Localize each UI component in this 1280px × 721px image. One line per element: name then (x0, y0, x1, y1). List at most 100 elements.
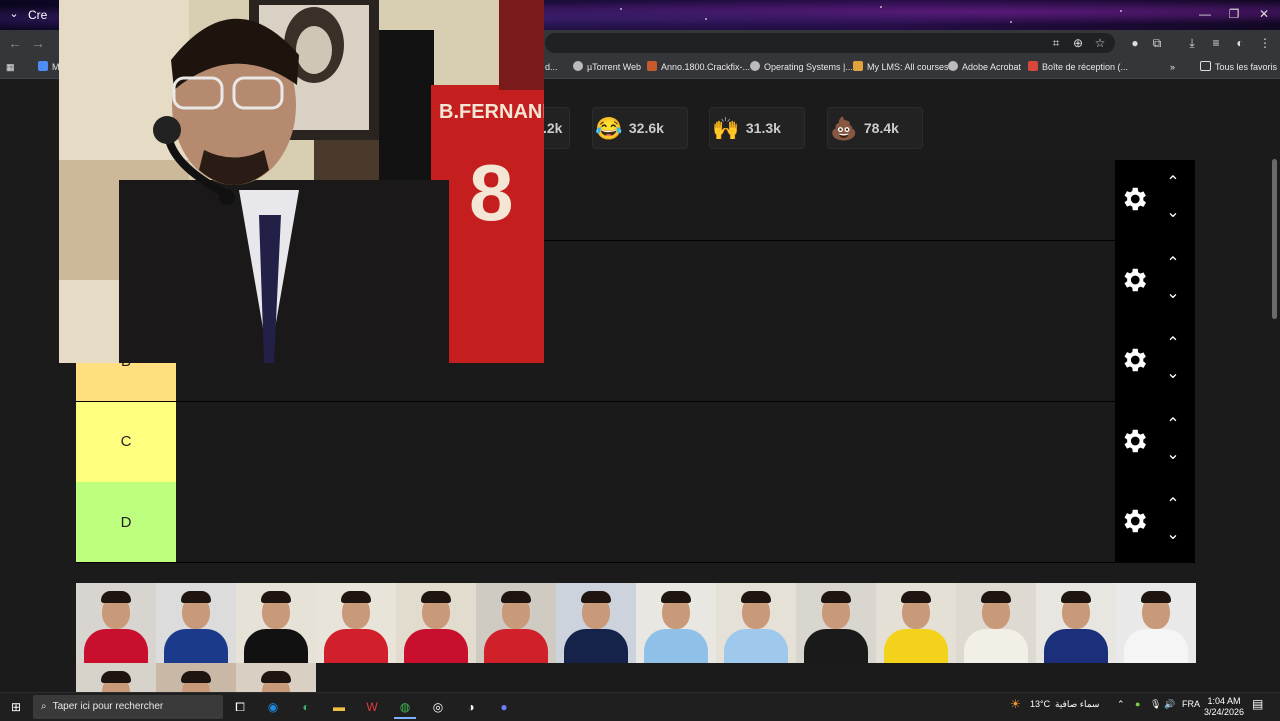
move-down-chevron-icon[interactable]: ⌄ (1163, 527, 1183, 543)
bookmark-item[interactable]: My LMS: All courses (853, 59, 949, 75)
language-indicator[interactable]: FRA (1182, 699, 1200, 709)
active-tab[interactable]: Cre (28, 4, 58, 26)
file-explorer-icon[interactable]: ▬ (328, 697, 350, 717)
bookmark-item[interactable]: M (38, 59, 60, 75)
close-icon[interactable]: ✕ (1252, 6, 1276, 22)
bookmark-item[interactable]: Boîte de réception (... (1028, 59, 1128, 75)
move-up-chevron-icon[interactable]: ⌃ (1163, 416, 1183, 432)
tier-item-player-photo[interactable] (156, 583, 236, 663)
extensions-icon[interactable]: ⧉ (1148, 34, 1166, 52)
tier-item-player-photo[interactable] (636, 583, 716, 663)
weather-temp[interactable]: 13°C (1030, 699, 1050, 709)
tier-item-player-photo[interactable] (716, 583, 796, 663)
tier-item-player-photo[interactable] (1116, 583, 1196, 663)
tier-settings-gear-icon[interactable] (1119, 345, 1149, 375)
tier-item-player-photo[interactable] (796, 583, 876, 663)
move-up-chevron-icon[interactable]: ⌃ (1163, 336, 1183, 352)
tier-item-player-photo[interactable] (396, 583, 476, 663)
reaction-button[interactable]: 💩 78.4k (827, 107, 923, 149)
tier-item-player-photo[interactable] (156, 663, 236, 692)
star-decoration (1120, 10, 1122, 12)
move-down-chevron-icon[interactable]: ⌄ (1163, 285, 1183, 301)
tier-settings-gear-icon[interactable] (1119, 426, 1149, 456)
scrollbar[interactable] (1269, 79, 1280, 692)
app-icon[interactable]: ◑ (460, 697, 482, 717)
profile-avatar-icon[interactable]: ◐ (1231, 34, 1249, 52)
forward-icon[interactable]: → (28, 34, 48, 52)
tier-label[interactable]: D (76, 482, 176, 563)
move-up-chevron-icon[interactable]: ⌃ (1163, 255, 1183, 271)
tier-item-player-photo[interactable] (236, 583, 316, 663)
search-placeholder: Taper ici pour rechercher (52, 701, 164, 712)
bookmark-star-icon[interactable]: ☆ (1091, 34, 1109, 52)
menu-icon[interactable]: ⋮ (1256, 34, 1274, 52)
move-down-chevron-icon[interactable]: ⌄ (1163, 446, 1183, 462)
move-up-chevron-icon[interactable]: ⌃ (1163, 497, 1183, 513)
bookmark-item[interactable]: Anno.1800.Crackfix-... (647, 59, 750, 75)
chrome-icon[interactable]: ◍ (394, 697, 416, 719)
tray-app-icon[interactable]: ● (1135, 699, 1140, 709)
volume-icon[interactable]: 🔊 (1164, 699, 1175, 710)
edge-icon[interactable]: ◐ (295, 697, 317, 717)
tier-item-player-photo[interactable] (476, 583, 556, 663)
tier-item-player-photo[interactable] (76, 663, 156, 692)
bookmark-item[interactable]: µTorrent Web (573, 59, 641, 75)
windows-start-icon[interactable]: ⊞ (5, 697, 27, 717)
tier-settings-gear-icon[interactable] (1119, 184, 1149, 214)
media-icon[interactable]: ≡ (1207, 34, 1225, 52)
tier-item-player-photo[interactable] (876, 583, 956, 663)
reaction-button[interactable]: 🙌 31.3k (709, 107, 805, 149)
move-up-chevron-icon[interactable]: ⌃ (1163, 175, 1183, 191)
microphone-icon[interactable]: 🎙 (1150, 699, 1161, 710)
tier-drop-zone[interactable] (176, 401, 1115, 482)
outlook-icon[interactable]: ◉ (262, 697, 284, 717)
apps-grid-icon[interactable]: ▦ (6, 59, 15, 75)
tier-controls: ⌃ ⌄ (1115, 401, 1195, 482)
weather-icon[interactable]: ☀ (1010, 697, 1021, 711)
minimize-icon[interactable]: — (1193, 6, 1217, 22)
tray-chevron-icon[interactable]: ⌃ (1117, 699, 1125, 710)
tier-item-player-photo[interactable] (236, 663, 316, 692)
task-view-icon[interactable]: ⧠ (229, 697, 251, 717)
bookmark-item[interactable]: Tous les favoris (1200, 59, 1277, 75)
unranked-pool (76, 583, 1196, 692)
tier-label[interactable]: C (76, 401, 176, 482)
star-decoration (1010, 21, 1012, 23)
zoom-icon[interactable]: ⊕ (1069, 34, 1087, 52)
tier-item-player-photo[interactable] (956, 583, 1036, 663)
svg-text:B.FERNANDE: B.FERNANDE (439, 101, 544, 123)
bookmark-item[interactable]: d... (545, 59, 558, 75)
address-bar[interactable]: ⌗ ⊕ ☆ (545, 33, 1115, 53)
translate-icon[interactable]: ⌗ (1047, 34, 1065, 52)
download-icon[interactable]: ⤓ (1183, 34, 1201, 52)
wps-icon[interactable]: W (361, 697, 383, 717)
taskbar-search[interactable]: ⌕ Taper ici pour rechercher (33, 695, 223, 719)
maximize-icon[interactable]: ❐ (1222, 6, 1246, 22)
bookmark-item[interactable]: Adobe Acrobat (948, 59, 1021, 75)
tier-item-player-photo[interactable] (316, 583, 396, 663)
notifications-icon[interactable]: ▤ (1252, 697, 1263, 711)
tier-settings-gear-icon[interactable] (1119, 265, 1149, 295)
bookmarks-overflow-icon[interactable]: » (1170, 59, 1175, 75)
obs-icon[interactable]: ◎ (427, 697, 449, 717)
tier-item-player-photo[interactable] (76, 583, 156, 663)
tier-controls: ⌃ ⌄ (1115, 160, 1195, 240)
tier-item-player-photo[interactable] (556, 583, 636, 663)
tab-search-chevron-icon[interactable]: ⌄ (4, 5, 24, 23)
weather-text[interactable]: سماء صافية (1055, 699, 1099, 710)
tier-row: C ⌃ ⌄ (76, 401, 1195, 483)
back-icon[interactable]: ← (5, 34, 25, 52)
clock-time: 1:04 AM (1207, 696, 1241, 706)
extension-badge-icon[interactable]: ● (1126, 34, 1144, 52)
tier-settings-gear-icon[interactable] (1119, 506, 1149, 536)
scroll-thumb[interactable] (1272, 159, 1277, 319)
tier-item-player-photo[interactable] (1036, 583, 1116, 663)
clock-date: 3/24/2026 (1204, 707, 1245, 717)
tier-drop-zone[interactable] (176, 482, 1115, 563)
move-down-chevron-icon[interactable]: ⌄ (1163, 366, 1183, 382)
move-down-chevron-icon[interactable]: ⌄ (1163, 205, 1183, 221)
bookmark-item[interactable]: Operating Systems |... (750, 59, 853, 75)
clock[interactable]: 1:04 AM 3/24/2026 (1204, 696, 1244, 718)
reaction-button[interactable]: 😂 32.6k (592, 107, 688, 149)
discord-icon[interactable]: ● (493, 697, 515, 717)
